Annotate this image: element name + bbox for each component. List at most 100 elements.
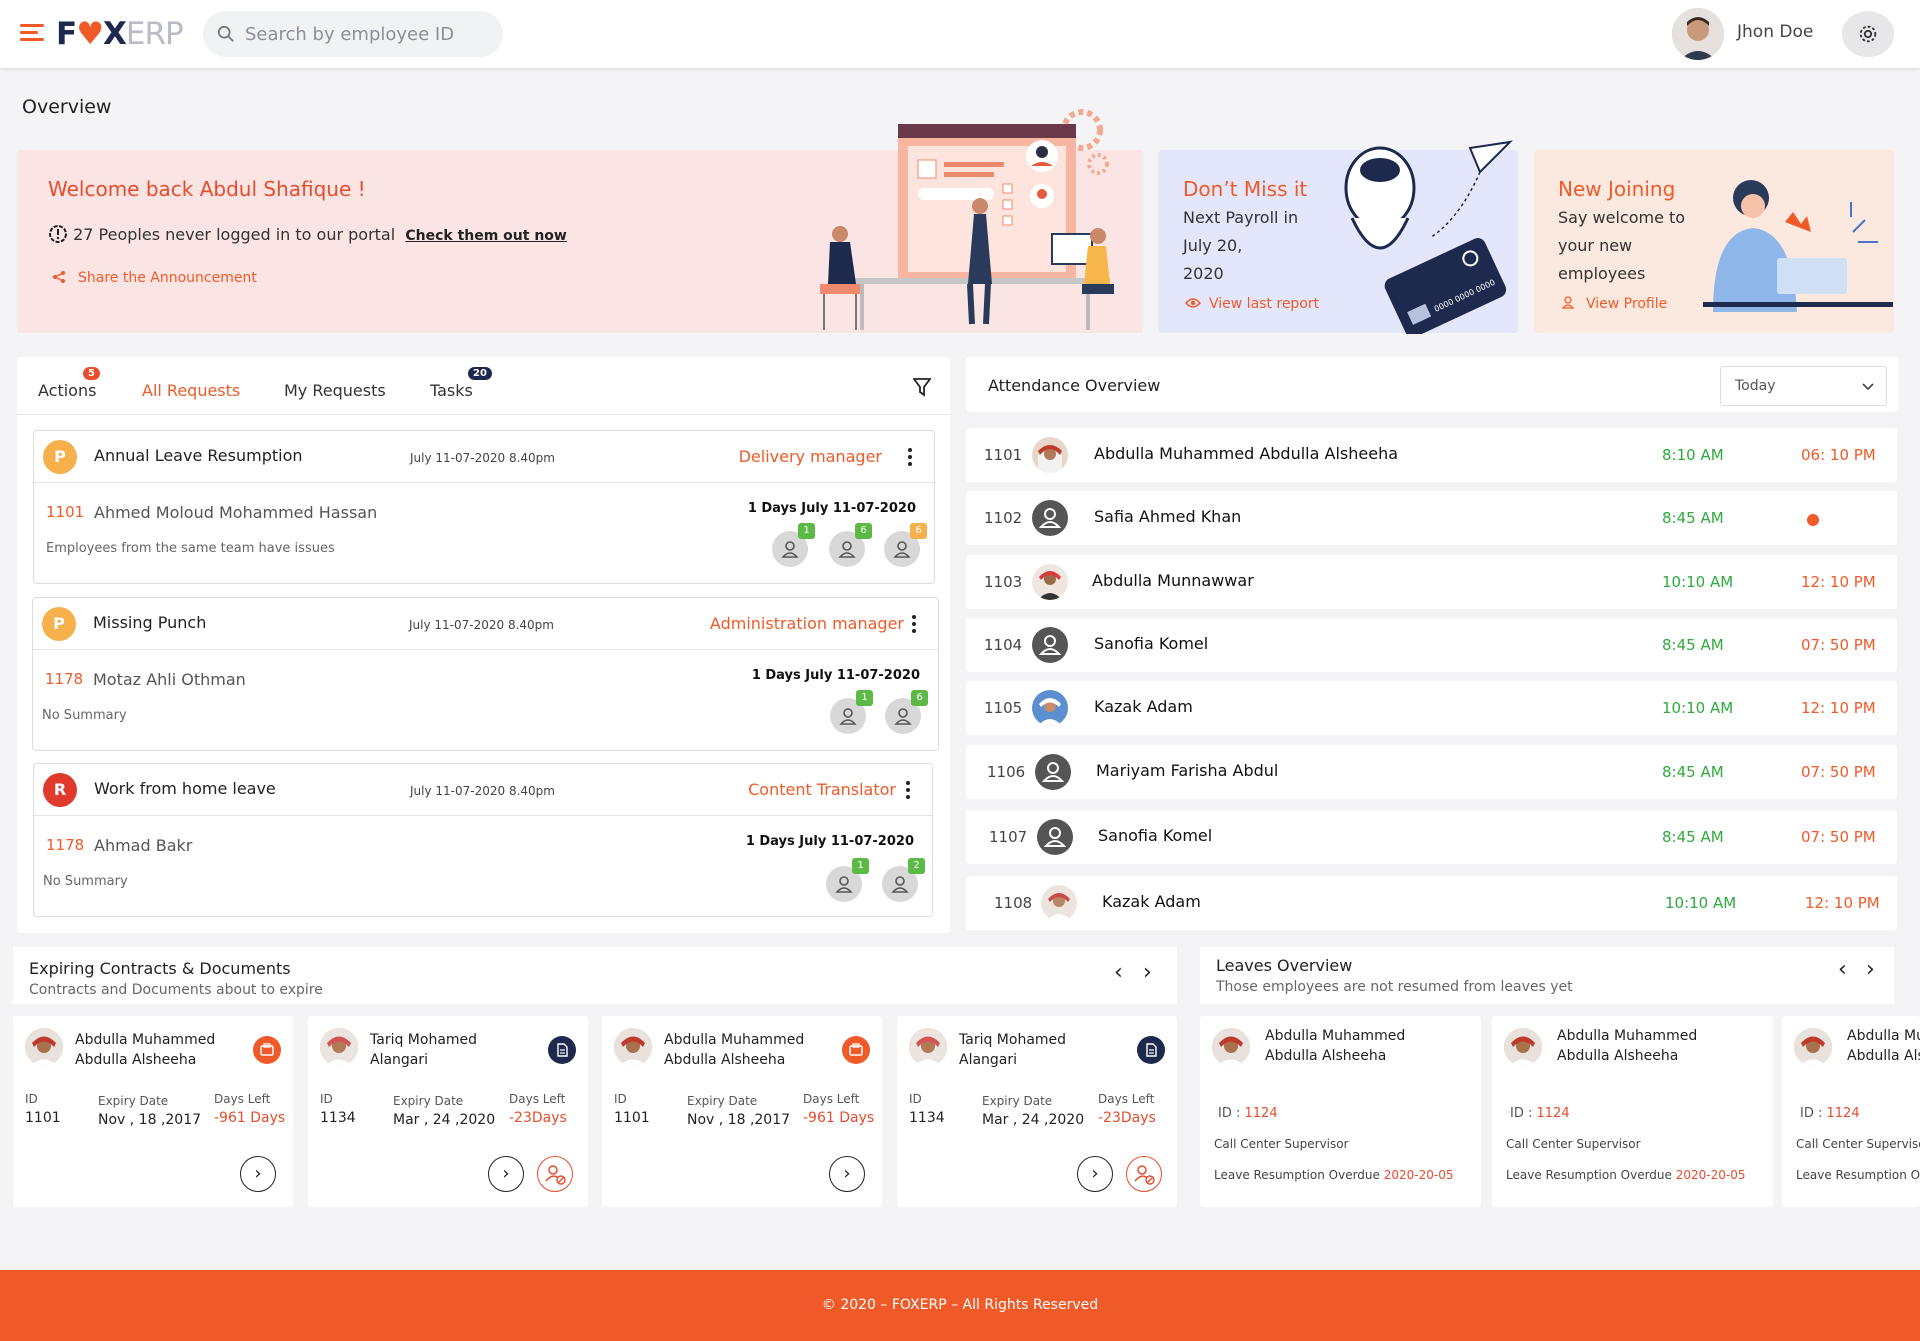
request-status-avatar: P xyxy=(43,440,77,474)
attendance-name: Safia Ahmed Khan xyxy=(1094,507,1242,526)
request-card[interactable]: P Missing Punch July 11-07-2020 8.40pm A… xyxy=(32,597,939,751)
attendance-row[interactable]: 1102 Safia Ahmed Khan 8:45 AM xyxy=(966,491,1897,545)
request-status-avatar: P xyxy=(42,607,76,641)
attendance-row[interactable]: 1104 Sanofia Komel 8:45 AM 07: 50 PM xyxy=(966,618,1897,672)
tab-tasks[interactable]: Tasks 20 xyxy=(430,367,492,400)
request-card[interactable]: P Annual Leave Resumption July 11-07-202… xyxy=(33,430,935,584)
avatar xyxy=(1032,690,1068,726)
avatar xyxy=(1032,500,1068,536)
contract-card[interactable]: Abdulla Muhammed Abdulla Alsheeha ID Expi… xyxy=(602,1016,882,1207)
id-label: ID xyxy=(320,1092,333,1106)
menu-icon[interactable] xyxy=(20,24,44,42)
search-input[interactable]: Search by employee ID xyxy=(203,11,503,57)
open-details-button[interactable]: › xyxy=(240,1156,276,1192)
chevron-right-icon[interactable]: › xyxy=(1143,960,1152,985)
days-left: -961 Days xyxy=(214,1110,286,1126)
employee-id: 1178 xyxy=(46,836,85,854)
request-status-avatar: R xyxy=(43,773,77,807)
request-summary: No Summary xyxy=(42,708,127,723)
more-options-icon[interactable] xyxy=(906,781,910,802)
approver-avatar[interactable]: 1 xyxy=(772,523,815,567)
open-details-button[interactable]: › xyxy=(488,1156,524,1192)
attendance-row[interactable]: 1103 Abdulla Munnawwar 10:10 AM 12: 10 P… xyxy=(966,555,1897,609)
request-summary: No Summary xyxy=(43,874,128,889)
attendance-id: 1104 xyxy=(984,636,1023,654)
search-icon xyxy=(217,25,234,42)
request-date: July 11-07-2020 8.40pm xyxy=(410,784,555,798)
approver-avatar[interactable]: 6 xyxy=(829,523,872,567)
check-out-time: 12: 10 PM xyxy=(1805,894,1880,912)
leave-card[interactable]: Abdulla MuhammedAbdulla Alsheeha ID : 11… xyxy=(1200,1016,1481,1207)
chevron-left-icon[interactable]: ‹ xyxy=(1114,960,1123,985)
user-icon xyxy=(893,541,911,558)
days-left-label: Days Left xyxy=(509,1092,566,1106)
document-icon xyxy=(1137,1036,1165,1064)
contract-id: 1101 xyxy=(25,1110,61,1126)
contract-id: 1134 xyxy=(909,1110,945,1126)
tab-actions[interactable]: Actions 5 xyxy=(38,367,100,400)
tab-my-requests[interactable]: My Requests xyxy=(284,381,386,400)
contract-card[interactable]: Abdulla Muhammed Abdulla Alsheeha ID Expi… xyxy=(13,1016,293,1207)
view-profile-link[interactable]: View Profile xyxy=(1561,296,1667,312)
expiry-label: Expiry Date xyxy=(393,1094,464,1108)
page-title: Overview xyxy=(22,96,112,118)
expiry-date: Mar , 24 ,2020 xyxy=(982,1112,1085,1128)
attendance-id: 1105 xyxy=(984,699,1023,717)
tasks-badge: 20 xyxy=(468,367,492,380)
attendance-name: Abdulla Munnawwar xyxy=(1092,571,1254,590)
avatar xyxy=(1035,754,1071,790)
job-title: Call Center Supervisor xyxy=(1214,1137,1349,1151)
approver-avatar[interactable]: 2 xyxy=(882,858,925,902)
approver-avatar[interactable]: 1 xyxy=(826,858,869,902)
user-icon xyxy=(891,876,909,893)
employee-name: Ahmad Bakr xyxy=(94,836,193,855)
attendance-row[interactable]: 1101 Abdulla Muhammed Abdulla Alsheeha 8… xyxy=(966,428,1897,482)
check-them-out-link[interactable]: Check them out now xyxy=(405,228,567,244)
employee-name: Abdulla MuhammedAbdulla Alsheeha xyxy=(1847,1028,1920,1064)
more-options-icon[interactable] xyxy=(908,448,912,469)
approver-avatar[interactable]: 6 xyxy=(885,690,928,734)
office-illustration xyxy=(820,109,1114,330)
id-label: ID xyxy=(25,1092,38,1106)
leave-card[interactable]: Abdulla MuhammedAbdulla Alsheeha ID : 11… xyxy=(1782,1016,1920,1207)
chevron-left-icon[interactable]: ‹ xyxy=(1838,957,1847,982)
contract-card[interactable]: Tariq Mohamed Alangari ID Expiry Date Day… xyxy=(308,1016,588,1207)
employee-name: Motaz Ahli Othman xyxy=(93,670,246,689)
login-notice: 27 Peoples never logged in to our portal… xyxy=(48,224,567,244)
attendance-period-select[interactable]: Today xyxy=(1720,366,1887,406)
avatar xyxy=(1032,437,1068,473)
chevron-right-icon[interactable]: › xyxy=(1866,957,1875,982)
user-block-button[interactable] xyxy=(537,1156,573,1192)
approver-count: 1 xyxy=(798,523,815,539)
user-name[interactable]: Jhon Doe xyxy=(1737,22,1813,42)
contract-card[interactable]: Tariq Mohamed Alangari ID Expiry Date Day… xyxy=(897,1016,1177,1207)
attendance-row[interactable]: 1108 Kazak Adam 10:10 AM 12: 10 PM xyxy=(966,876,1897,930)
user-avatar[interactable] xyxy=(1672,8,1724,60)
logo[interactable]: F♥XERP xyxy=(56,16,184,52)
check-in-time: 8:45 AM xyxy=(1662,509,1724,527)
request-card[interactable]: R Work from home leave July 11-07-2020 8… xyxy=(33,763,933,917)
avatar xyxy=(1794,1028,1832,1066)
open-details-button[interactable]: › xyxy=(1077,1156,1113,1192)
leave-card[interactable]: Abdulla MuhammedAbdulla Alsheeha ID : 11… xyxy=(1492,1016,1773,1207)
approver-avatar[interactable]: 6 xyxy=(884,523,927,567)
share-announcement-link[interactable]: Share the Announcement xyxy=(52,270,257,286)
user-block-button[interactable] xyxy=(1126,1156,1162,1192)
user-icon xyxy=(1038,508,1062,528)
attendance-row[interactable]: 1107 Sanofia Komel 8:45 AM 07: 50 PM xyxy=(966,810,1897,864)
attendance-row[interactable]: 1106 Mariyam Farisha Abdul 8:45 AM 07: 5… xyxy=(966,745,1897,799)
open-details-button[interactable]: › xyxy=(829,1156,865,1192)
id-label: ID xyxy=(614,1092,627,1106)
filter-icon[interactable] xyxy=(913,377,931,397)
tab-all-requests[interactable]: All Requests xyxy=(142,381,240,400)
settings-button[interactable] xyxy=(1842,11,1894,57)
attendance-row[interactable]: 1105 Kazak Adam 10:10 AM 12: 10 PM xyxy=(966,681,1897,735)
employee-name: Abdulla MuhammedAbdulla Alsheeha xyxy=(1265,1028,1406,1064)
payroll-text: Next Payroll in July 20, 2020 xyxy=(1183,208,1299,283)
approver-avatar[interactable]: 1 xyxy=(830,690,873,734)
user-icon xyxy=(835,876,853,893)
view-last-report-link[interactable]: View last report xyxy=(1185,296,1319,312)
leave-overdue: Leave Resumption Overdue 2020-20-05 xyxy=(1506,1168,1746,1182)
more-options-icon[interactable] xyxy=(912,615,916,636)
leaves-subtitle: Those employees are not resumed from lea… xyxy=(1216,979,1573,995)
